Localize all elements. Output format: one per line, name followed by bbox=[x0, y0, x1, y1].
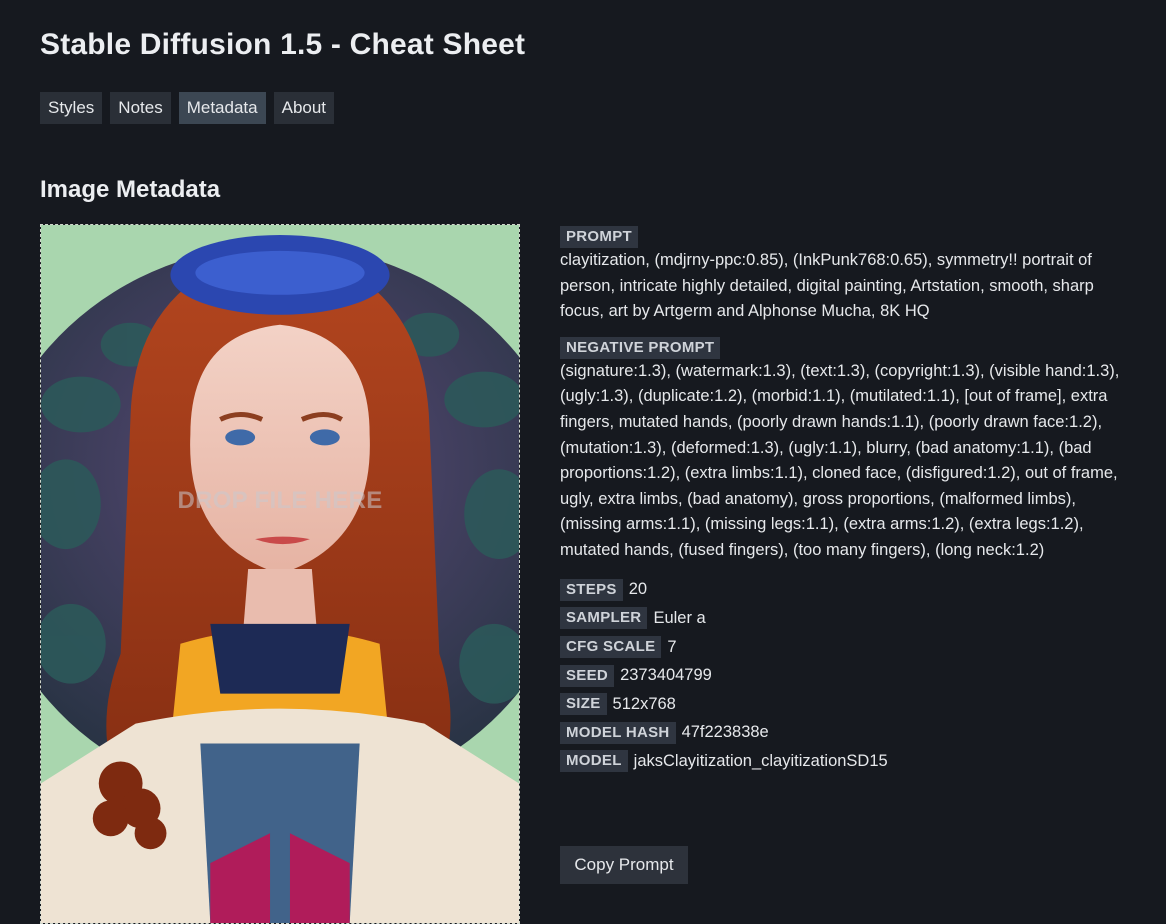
model-row: MODEL jaksClayitization_clayitizationSD1… bbox=[560, 747, 1130, 776]
model-hash-value: 47f223838e bbox=[681, 723, 769, 742]
negative-prompt-text: (signature:1.3), (watermark:1.3), (text:… bbox=[560, 361, 1120, 559]
prompt-block: PROMPT clayitization, (mdjrny-ppc:0.85),… bbox=[560, 226, 1130, 325]
seed-row: SEED 2373404799 bbox=[560, 661, 1130, 690]
seed-value: 2373404799 bbox=[620, 666, 712, 685]
size-row: SIZE 512x768 bbox=[560, 690, 1130, 719]
generated-image bbox=[41, 225, 519, 923]
tab-styles[interactable]: Styles bbox=[40, 92, 103, 124]
sampler-value: Euler a bbox=[653, 608, 706, 627]
negative-prompt-tag: NEGATIVE PROMPT bbox=[560, 336, 721, 359]
size-value: 512x768 bbox=[612, 694, 676, 713]
model-hash-row: MODEL HASH 47f223838e bbox=[560, 719, 1130, 748]
model-value: jaksClayitization_clayitizationSD15 bbox=[633, 751, 888, 770]
steps-value: 20 bbox=[628, 580, 648, 599]
section-title: Image Metadata bbox=[40, 176, 221, 203]
tab-bar: Styles Notes Metadata About bbox=[40, 92, 335, 124]
sampler-tag: SAMPLER bbox=[560, 607, 648, 630]
steps-tag: STEPS bbox=[560, 578, 623, 601]
copy-prompt-button[interactable]: Copy Prompt bbox=[560, 846, 688, 884]
image-dropzone[interactable]: DROP FILE HERE bbox=[40, 224, 520, 924]
sampler-row: SAMPLER Euler a bbox=[560, 604, 1130, 633]
tab-about[interactable]: About bbox=[273, 92, 335, 124]
tab-notes[interactable]: Notes bbox=[110, 92, 171, 124]
cfg-scale-tag: CFG SCALE bbox=[560, 636, 662, 659]
cfg-scale-row: CFG SCALE 7 bbox=[560, 633, 1130, 662]
page-title: Stable Diffusion 1.5 - Cheat Sheet bbox=[40, 28, 526, 61]
tab-metadata[interactable]: Metadata bbox=[178, 92, 266, 124]
prompt-tag: PROMPT bbox=[560, 226, 638, 248]
model-hash-tag: MODEL HASH bbox=[560, 721, 676, 744]
metadata-panel: PROMPT clayitization, (mdjrny-ppc:0.85),… bbox=[560, 226, 1130, 776]
seed-tag: SEED bbox=[560, 664, 615, 687]
cfg-scale-value: 7 bbox=[667, 637, 677, 656]
size-tag: SIZE bbox=[560, 693, 607, 716]
negative-prompt-block: NEGATIVE PROMPT (signature:1.3), (waterm… bbox=[560, 336, 1130, 564]
prompt-text: clayitization, (mdjrny-ppc:0.85), (InkPu… bbox=[560, 251, 1094, 321]
page: Stable Diffusion 1.5 - Cheat Sheet Style… bbox=[0, 0, 1166, 924]
model-tag: MODEL bbox=[560, 750, 628, 773]
steps-row: STEPS 20 bbox=[560, 576, 1130, 605]
